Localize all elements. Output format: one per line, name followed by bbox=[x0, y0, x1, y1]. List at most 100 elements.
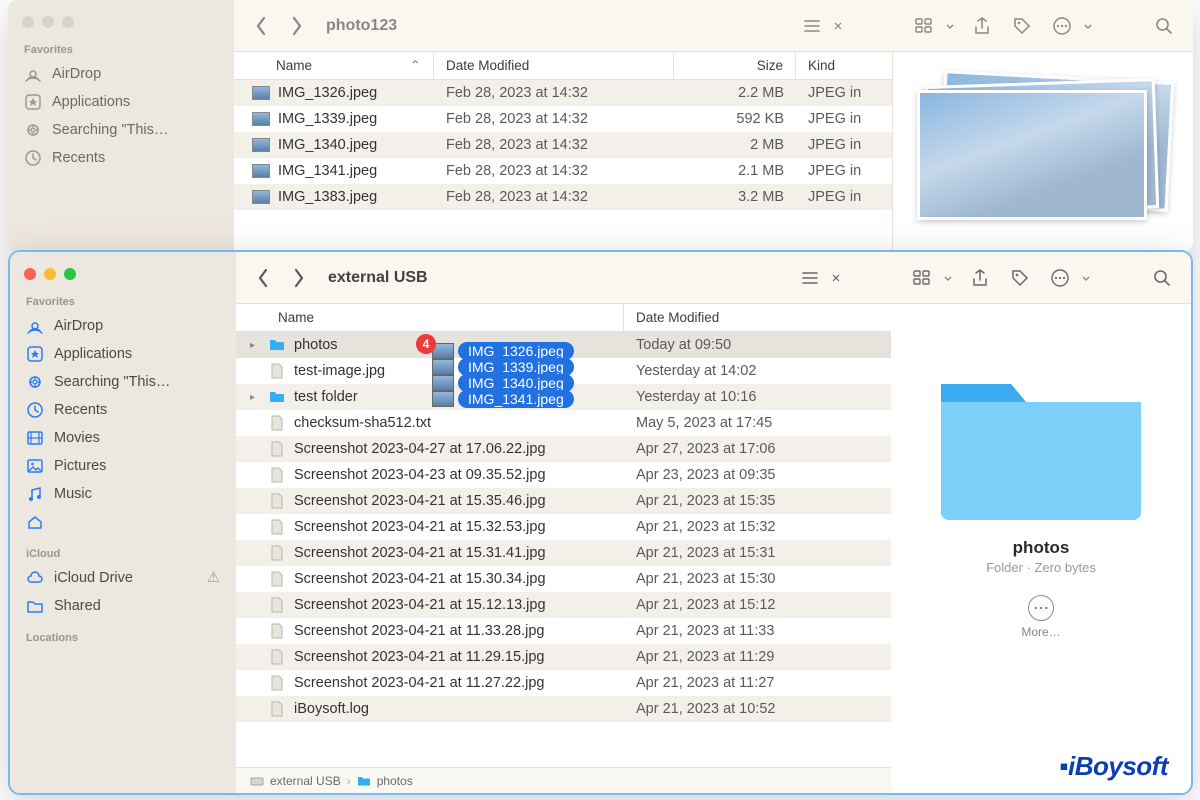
sidebar-item[interactable]: Applications bbox=[10, 340, 236, 368]
file-row[interactable]: checksum-sha512.txtMay 5, 2023 at 17:45 bbox=[236, 410, 891, 436]
disclosure-triangle[interactable]: ▸ bbox=[250, 340, 260, 351]
forward-button[interactable] bbox=[286, 15, 308, 37]
chevron-down-icon[interactable] bbox=[1083, 21, 1093, 31]
sidebar-item[interactable]: Pictures bbox=[10, 452, 236, 480]
recents-icon bbox=[24, 149, 42, 167]
sidebar-item[interactable]: Recents bbox=[10, 396, 236, 424]
file-name: checksum-sha512.txt bbox=[294, 415, 431, 431]
file-name: iBoysoft.log bbox=[294, 701, 369, 717]
forward-button[interactable] bbox=[288, 267, 310, 289]
sidebar-item[interactable]: iCloud Drive⚠︎ bbox=[10, 564, 236, 592]
path-separator: › bbox=[347, 774, 351, 788]
file-row[interactable]: Screenshot 2023-04-21 at 11.29.15.jpgApr… bbox=[236, 644, 891, 670]
file-date: Feb 28, 2023 at 14:32 bbox=[434, 111, 674, 127]
more-icon[interactable] bbox=[1047, 265, 1073, 291]
file-date: Apr 21, 2023 at 15:31 bbox=[624, 545, 891, 561]
preview-thumbnail-stack bbox=[913, 72, 1173, 222]
share-icon[interactable] bbox=[969, 13, 995, 39]
tag-icon[interactable] bbox=[1009, 13, 1035, 39]
document-icon bbox=[268, 518, 286, 536]
file-kind: JPEG in bbox=[796, 111, 892, 127]
zoom-button[interactable] bbox=[64, 268, 76, 280]
file-row[interactable]: IMG_1326.jpegFeb 28, 2023 at 14:322.2 MB… bbox=[234, 80, 892, 106]
chevron-down-icon[interactable] bbox=[1081, 273, 1091, 283]
view-options-chevron[interactable] bbox=[833, 21, 843, 31]
chevron-down-icon[interactable] bbox=[945, 21, 955, 31]
close-button[interactable] bbox=[22, 16, 34, 28]
col-kind[interactable]: Kind bbox=[796, 52, 892, 79]
file-size: 592 KB bbox=[674, 111, 796, 127]
main-pane: photo123 Name⌃ Date Modified Size Kind bbox=[234, 0, 1193, 252]
image-thumb-icon bbox=[432, 391, 454, 407]
col-name[interactable]: Name⌃ bbox=[234, 52, 434, 79]
chevron-down-icon[interactable] bbox=[943, 273, 953, 283]
close-button[interactable] bbox=[24, 268, 36, 280]
view-list-icon[interactable] bbox=[799, 13, 825, 39]
group-icon[interactable] bbox=[911, 13, 937, 39]
watermark-logo: ▪iBoysoft bbox=[1059, 751, 1168, 782]
sidebar-item[interactable]: Movies bbox=[10, 424, 236, 452]
file-row[interactable]: Screenshot 2023-04-21 at 15.30.34.jpgApr… bbox=[236, 566, 891, 592]
file-row[interactable]: Screenshot 2023-04-21 at 15.31.41.jpgApr… bbox=[236, 540, 891, 566]
back-button[interactable] bbox=[252, 267, 274, 289]
file-row[interactable]: IMG_1340.jpegFeb 28, 2023 at 14:322 MBJP… bbox=[234, 132, 892, 158]
view-options-chevron[interactable] bbox=[831, 273, 841, 283]
file-row[interactable]: Screenshot 2023-04-21 at 15.35.46.jpgApr… bbox=[236, 488, 891, 514]
document-icon bbox=[268, 362, 286, 380]
sidebar-item[interactable]: Music bbox=[10, 480, 236, 508]
sidebar-item[interactable]: AirDrop bbox=[10, 312, 236, 340]
file-name: photos bbox=[294, 337, 338, 353]
preview-name: photos bbox=[1013, 538, 1070, 558]
file-name: Screenshot 2023-04-21 at 15.35.46.jpg bbox=[294, 493, 546, 509]
file-row[interactable]: Screenshot 2023-04-23 at 09.35.52.jpgApr… bbox=[236, 462, 891, 488]
drive-icon bbox=[250, 774, 264, 788]
shared-icon bbox=[26, 597, 44, 615]
share-icon[interactable] bbox=[967, 265, 993, 291]
window-title: external USB bbox=[328, 269, 428, 287]
preview-pane bbox=[893, 52, 1193, 252]
file-row[interactable]: Screenshot 2023-04-21 at 15.12.13.jpgApr… bbox=[236, 592, 891, 618]
file-row[interactable]: IMG_1383.jpegFeb 28, 2023 at 14:323.2 MB… bbox=[234, 184, 892, 210]
toolbar: photo123 bbox=[234, 0, 1193, 52]
file-row[interactable]: Screenshot 2023-04-21 at 11.27.22.jpgApr… bbox=[236, 670, 891, 696]
search-icon[interactable] bbox=[1151, 13, 1177, 39]
path-root[interactable]: external USB bbox=[270, 774, 341, 788]
file-row[interactable]: iBoysoft.logApr 21, 2023 at 10:52 bbox=[236, 696, 891, 722]
sidebar-item[interactable]: Searching "This… bbox=[8, 116, 234, 144]
file-row[interactable]: Screenshot 2023-04-21 at 15.32.53.jpgApr… bbox=[236, 514, 891, 540]
path-leaf[interactable]: photos bbox=[377, 774, 413, 788]
preview-more-button[interactable]: ⋯ More… bbox=[1021, 595, 1060, 639]
sidebar-item-label: Applications bbox=[52, 94, 130, 110]
finder-window-photo123: Favorites AirDropApplicationsSearching "… bbox=[8, 0, 1193, 252]
col-size[interactable]: Size bbox=[674, 52, 796, 79]
sidebar-section-locations: Locations bbox=[10, 630, 236, 648]
apps-icon bbox=[24, 93, 42, 111]
sidebar-item[interactable]: Recents bbox=[8, 144, 234, 172]
sidebar-item[interactable]: Applications bbox=[8, 88, 234, 116]
sidebar-item[interactable]: AirDrop bbox=[8, 60, 234, 88]
group-icon[interactable] bbox=[909, 265, 935, 291]
col-name[interactable]: Name bbox=[236, 304, 624, 331]
file-row[interactable]: Screenshot 2023-04-21 at 11.33.28.jpgApr… bbox=[236, 618, 891, 644]
sidebar-item[interactable]: Shared bbox=[10, 592, 236, 620]
minimize-button[interactable] bbox=[44, 268, 56, 280]
back-button[interactable] bbox=[250, 15, 272, 37]
zoom-button[interactable] bbox=[62, 16, 74, 28]
search-icon[interactable] bbox=[1149, 265, 1175, 291]
view-list-icon[interactable] bbox=[797, 265, 823, 291]
minimize-button[interactable] bbox=[42, 16, 54, 28]
tag-icon[interactable] bbox=[1007, 265, 1033, 291]
sidebar-item[interactable]: Searching "This… bbox=[10, 368, 236, 396]
file-name: Screenshot 2023-04-27 at 17.06.22.jpg bbox=[294, 441, 546, 457]
file-row[interactable]: IMG_1339.jpegFeb 28, 2023 at 14:32592 KB… bbox=[234, 106, 892, 132]
file-row[interactable]: IMG_1341.jpegFeb 28, 2023 at 14:322.1 MB… bbox=[234, 158, 892, 184]
file-row[interactable]: Screenshot 2023-04-27 at 17.06.22.jpgApr… bbox=[236, 436, 891, 462]
disclosure-triangle[interactable]: ▸ bbox=[250, 392, 260, 403]
preview-folder-icon bbox=[931, 354, 1151, 524]
col-date[interactable]: Date Modified bbox=[434, 52, 674, 79]
file-size: 2.2 MB bbox=[674, 85, 796, 101]
document-icon bbox=[268, 492, 286, 510]
sidebar-item[interactable] bbox=[10, 508, 236, 536]
col-date[interactable]: Date Modified bbox=[624, 304, 891, 331]
more-icon[interactable] bbox=[1049, 13, 1075, 39]
